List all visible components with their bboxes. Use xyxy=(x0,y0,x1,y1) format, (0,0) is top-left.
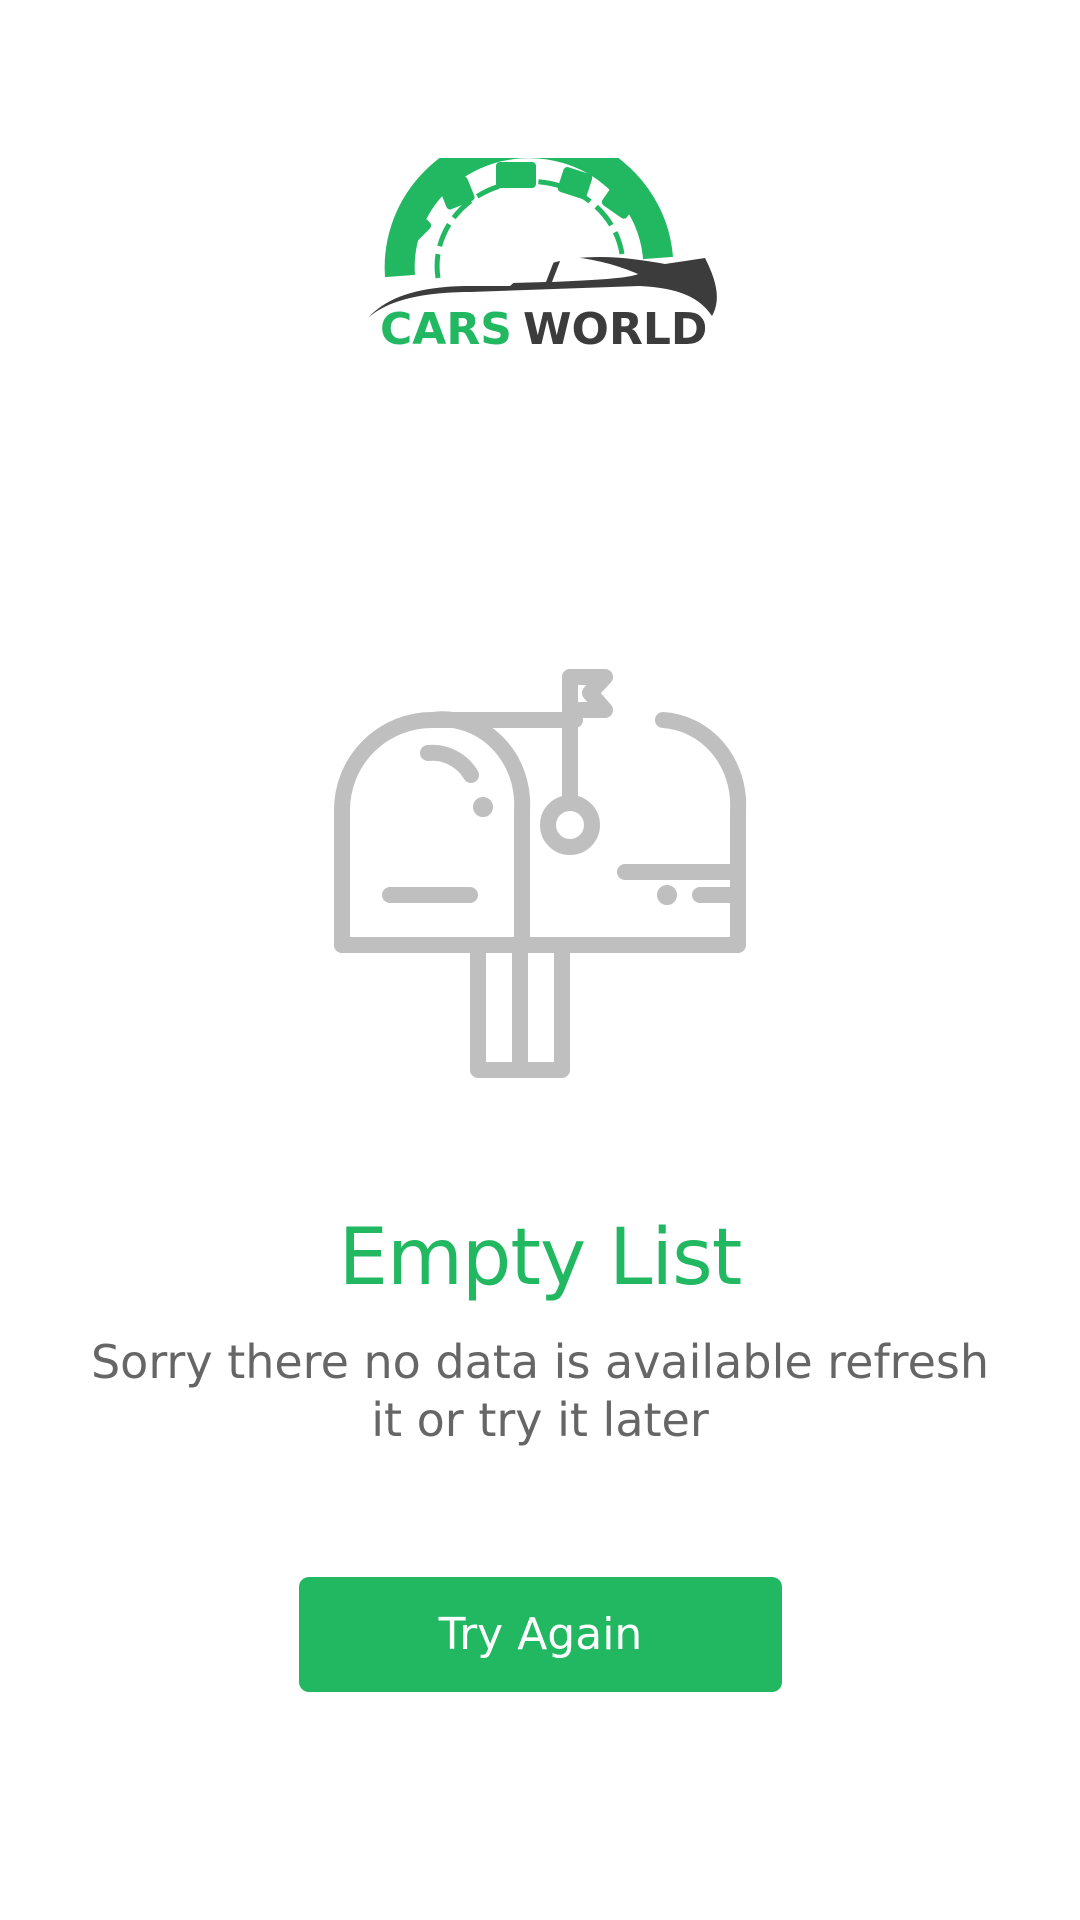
mailbox-illustration xyxy=(320,655,760,1085)
empty-list-message: Sorry there no data is available refresh… xyxy=(90,1335,989,1447)
mailbox-icon xyxy=(334,669,747,1078)
gear-car-icon: CARS WORLD xyxy=(368,158,717,355)
logo-text-cars: CARS xyxy=(380,304,512,355)
cars-world-logo: CARS WORLD xyxy=(360,158,720,358)
logo-text-world: WORLD xyxy=(523,304,707,355)
try-again-button[interactable]: Try Again xyxy=(299,1577,782,1692)
empty-list-title: Empty List xyxy=(338,1213,743,1303)
